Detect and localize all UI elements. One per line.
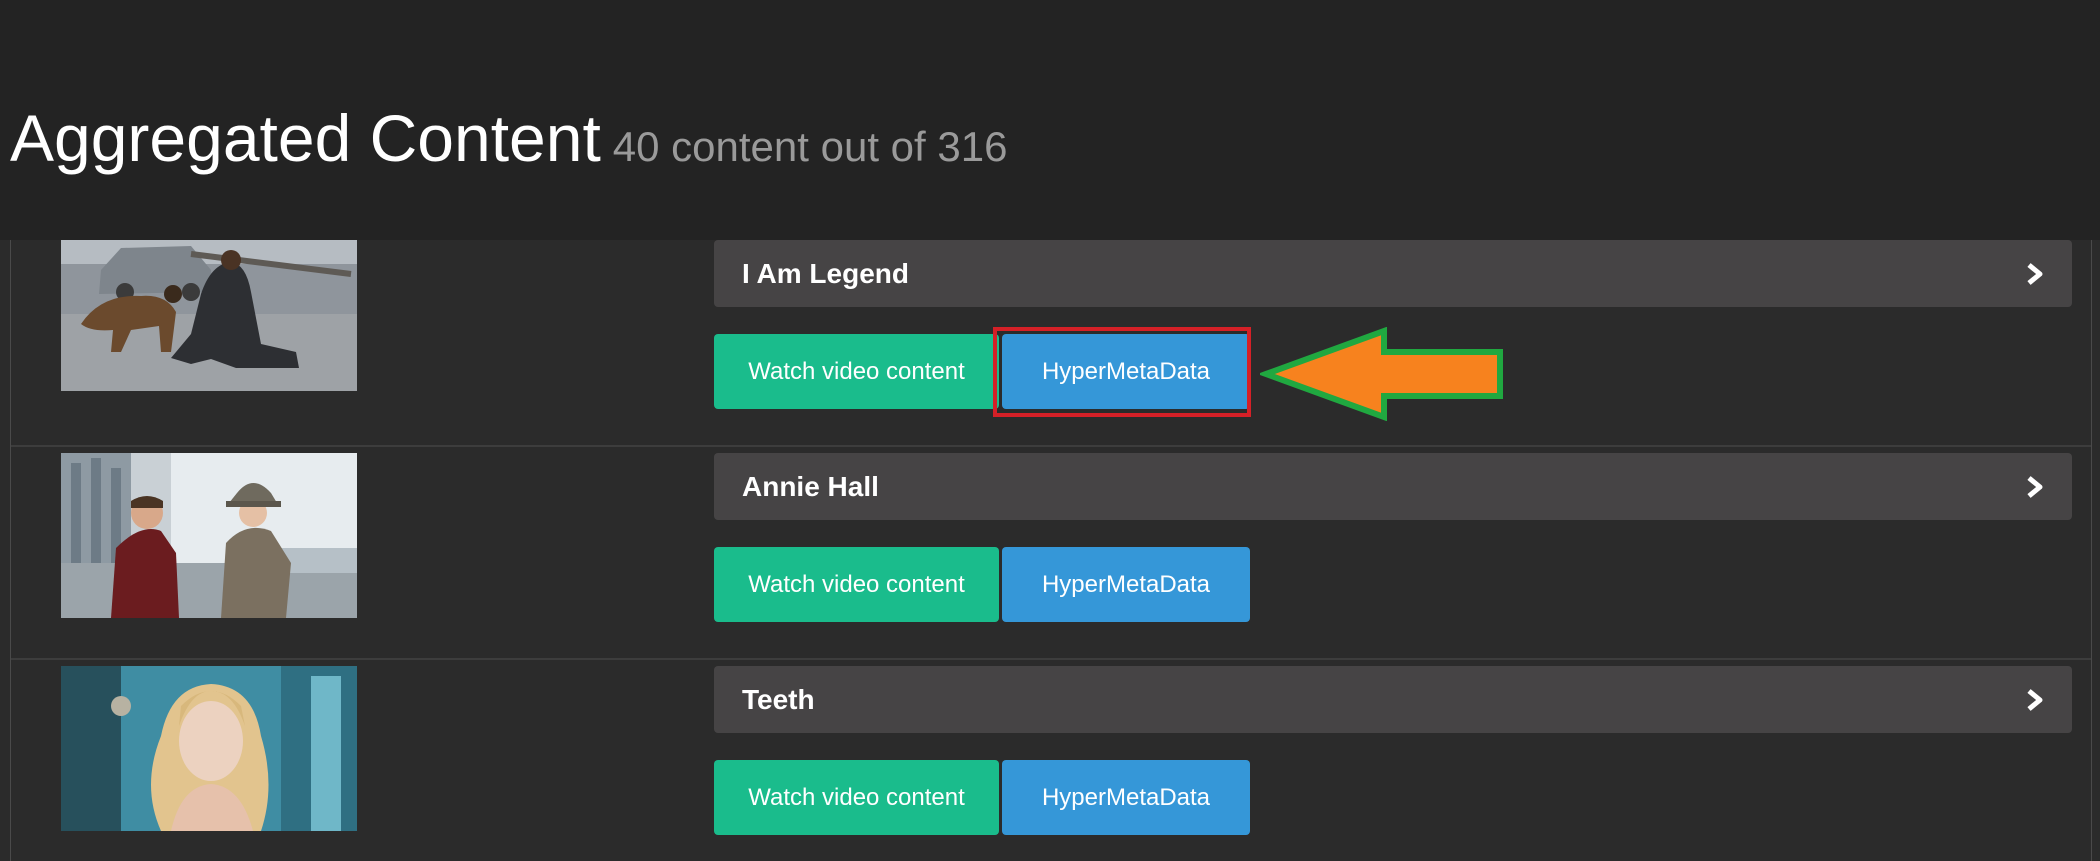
- page-header: Aggregated Content 40 content out of 316: [0, 0, 2100, 240]
- title-bar-teeth[interactable]: Teeth: [714, 666, 2072, 733]
- page-title: Aggregated Content 40 content out of 316: [10, 98, 1007, 187]
- list-item: Annie Hall Watch video content HyperMeta…: [11, 447, 2091, 660]
- movie-title: I Am Legend: [742, 257, 909, 289]
- list-item: Teeth Watch video content HyperMetaData: [11, 660, 2091, 861]
- list-item: I Am Legend Watch video content HyperMet…: [11, 240, 2091, 447]
- hypermetadata-button[interactable]: HyperMetaData: [1002, 334, 1250, 409]
- hypermetadata-button[interactable]: HyperMetaData: [1002, 547, 1250, 622]
- movie-thumbnail[interactable]: [61, 453, 357, 618]
- page: Aggregated Content40 content out of 316: [0, 0, 2100, 861]
- movie-title: Annie Hall: [742, 470, 879, 502]
- title-bar-i-am-legend[interactable]: I Am Legend: [714, 240, 2072, 307]
- watch-video-button[interactable]: Watch video content: [714, 334, 999, 409]
- movie-thumbnail[interactable]: [61, 240, 357, 391]
- movie-title: Teeth: [742, 683, 815, 715]
- chevron-right-icon: [2027, 689, 2043, 711]
- chevron-right-icon: [2027, 476, 2043, 498]
- content-count: 40 content out of 316: [612, 123, 1008, 170]
- content-list: I Am Legend Watch video content HyperMet…: [10, 240, 2092, 861]
- chevron-right-icon: [2027, 263, 2043, 285]
- watch-video-button[interactable]: Watch video content: [714, 547, 999, 622]
- movie-still-teeth-icon: [61, 666, 357, 831]
- title-bar-annie-hall[interactable]: Annie Hall: [714, 453, 2072, 520]
- movie-still-i-am-legend-icon: [61, 240, 357, 391]
- hypermetadata-button[interactable]: HyperMetaData: [1002, 760, 1250, 835]
- watch-video-button[interactable]: Watch video content: [714, 760, 999, 835]
- movie-thumbnail[interactable]: [61, 666, 357, 831]
- page-title-text: Aggregated Content: [10, 101, 601, 175]
- movie-still-annie-hall-icon: [61, 453, 357, 618]
